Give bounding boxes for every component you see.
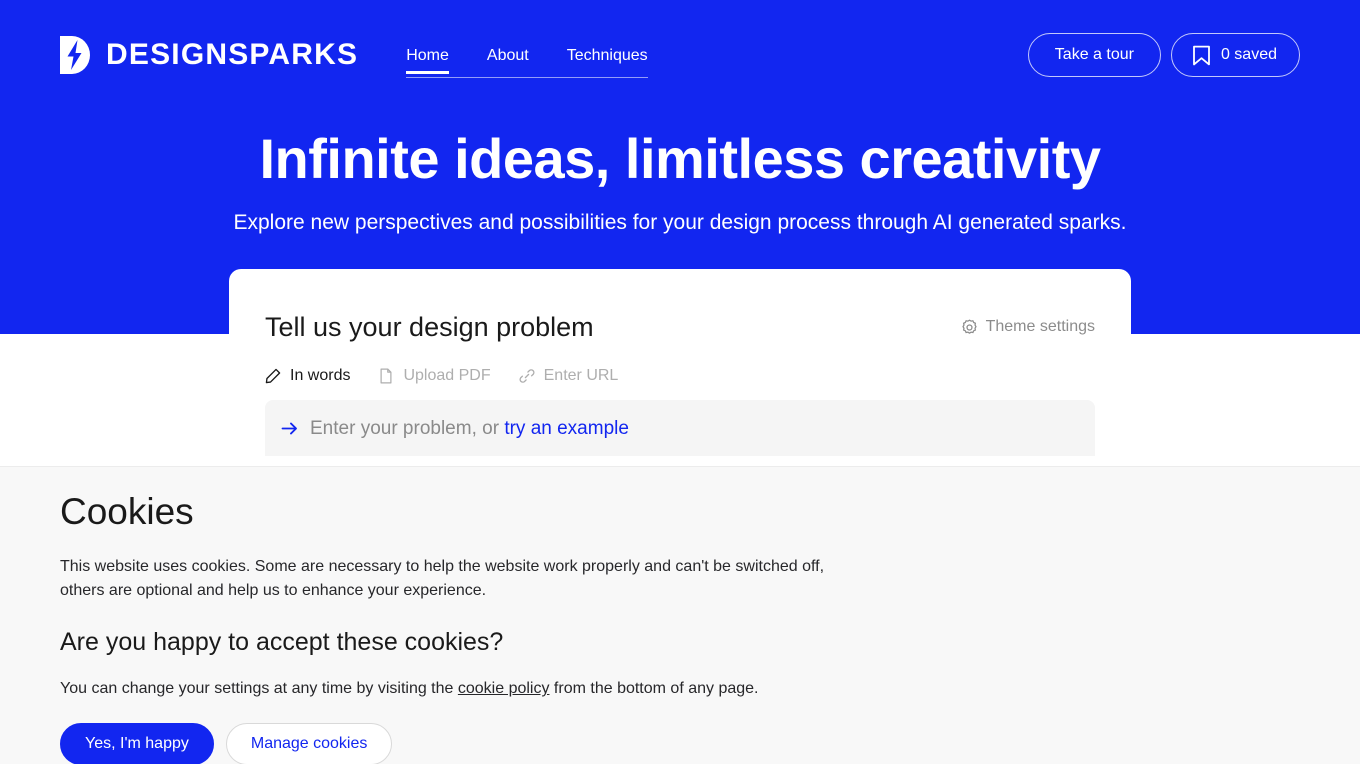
input-mode-tabs: In words Upload PDF Enter URL [265, 367, 1095, 385]
nav-item-techniques[interactable]: Techniques [567, 46, 648, 74]
tab-enter-url-label: Enter URL [543, 367, 619, 385]
problem-input-placeholder: Enter your problem, or try an example [310, 419, 629, 438]
try-an-example-link[interactable]: try an example [504, 418, 629, 439]
document-icon [380, 368, 392, 384]
tab-upload-pdf-label: Upload PDF [403, 367, 491, 385]
hero-title: Infinite ideas, limitless creativity [259, 127, 1101, 190]
saved-count-label: 0 saved [1220, 46, 1277, 63]
bookmark-icon [1193, 45, 1210, 65]
nav-item-about[interactable]: About [487, 46, 529, 74]
tab-in-words-label: In words [290, 367, 351, 385]
nav-item-home[interactable]: Home [406, 46, 449, 74]
main-nav: Home About Techniques [406, 32, 649, 78]
lightning-bolt-logo-icon [60, 36, 90, 74]
tab-upload-pdf[interactable]: Upload PDF [378, 367, 491, 385]
brand-name: DESIGNSPARKS [106, 38, 359, 71]
cookie-banner-question: Are you happy to accept these cookies? [60, 628, 504, 657]
cookie-banner-title: Cookies [60, 491, 194, 532]
problem-input[interactable]: Enter your problem, or try an example [265, 400, 1095, 457]
manage-cookies-button[interactable]: Manage cookies [225, 722, 393, 764]
arrow-right-icon [281, 422, 297, 435]
link-icon [519, 369, 535, 384]
page-root: DESIGNSPARKS Home About Techniques Take … [0, 0, 1360, 764]
cookie-banner: Cookies This website uses cookies. Some … [0, 466, 1360, 764]
cookie-policy-link[interactable]: cookie policy [458, 680, 550, 697]
cookie-banner-actions: Yes, I'm happy Manage cookies [60, 722, 1300, 764]
pencil-icon [265, 369, 281, 384]
cookie-note-suffix: from the bottom of any page. [549, 680, 759, 698]
gear-icon [961, 319, 977, 334]
cookie-banner-note: You can change your settings at any time… [60, 678, 1300, 700]
cookie-banner-body: This website uses cookies. Some are nece… [60, 558, 825, 600]
card-header: Tell us your design problem Theme settin… [265, 311, 1095, 343]
card-inner: Tell us your design problem Theme settin… [229, 269, 1131, 457]
hero-subtitle: Explore new perspectives and possibiliti… [233, 211, 1127, 234]
tab-enter-url[interactable]: Enter URL [519, 367, 619, 385]
saved-items-button[interactable]: 0 saved [1170, 33, 1300, 77]
theme-settings-label: Theme settings [985, 318, 1095, 336]
card-title: Tell us your design problem [265, 312, 594, 342]
theme-settings-button[interactable]: Theme settings [961, 318, 1095, 336]
accept-cookies-button[interactable]: Yes, I'm happy [60, 722, 214, 764]
header-actions: Take a tour 0 saved [1027, 33, 1300, 77]
tab-in-words[interactable]: In words [265, 367, 350, 385]
site-header: DESIGNSPARKS Home About Techniques Take … [0, 0, 1360, 110]
cookie-note-prefix: You can change your settings at any time… [60, 680, 458, 698]
brand-logo[interactable]: DESIGNSPARKS [60, 32, 358, 78]
take-a-tour-button[interactable]: Take a tour [1027, 33, 1161, 77]
problem-placeholder-prefix: Enter your problem, or [310, 417, 505, 439]
